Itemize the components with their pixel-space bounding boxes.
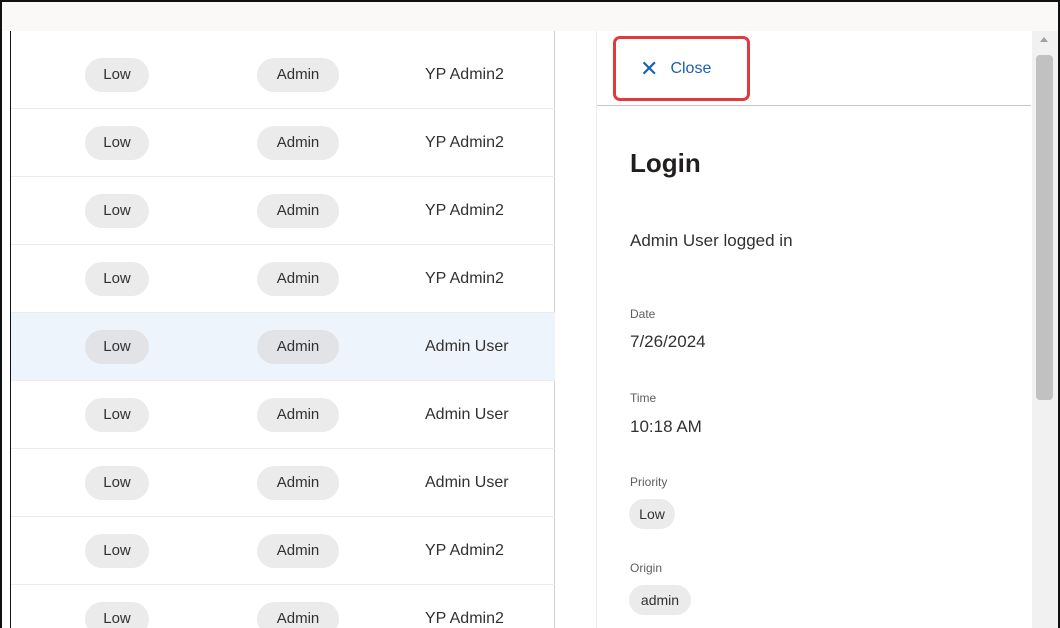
user-name: Admin User [425, 473, 509, 491]
user-name: YP Admin2 [425, 609, 504, 627]
user-name: YP Admin2 [425, 133, 504, 151]
origin-badge: Admin [257, 533, 339, 568]
origin-badge: Admin [257, 261, 339, 296]
priority-badge: Low [85, 601, 149, 628]
user-name: YP Admin2 [425, 201, 504, 219]
priority-badge: Low [85, 125, 149, 160]
priority-badge: Low [85, 57, 149, 92]
user-name: YP Admin2 [425, 65, 504, 83]
details-title: Login [630, 148, 701, 178]
origin-badge: Admin [257, 57, 339, 92]
close-icon: ✕ [640, 55, 659, 81]
origin-badge: Admin [257, 465, 339, 500]
details-description: Admin User logged in [630, 231, 793, 250]
origin-badge: Admin [257, 125, 339, 160]
priority-badge: Low [85, 397, 149, 432]
user-name: Admin User [425, 337, 509, 355]
screenshot-frame: Low Admin YP Admin2 Low Admin YP Admin2 Low Adm… [0, 0, 1060, 628]
table-row[interactable]: Low Admin Admin User [11, 381, 555, 449]
user-name: YP Admin2 [425, 269, 504, 287]
details-panel: ✕ Close Login Admin User logged in Date … [596, 31, 1031, 628]
user-name: YP Admin2 [425, 541, 504, 559]
table-row[interactable]: Low Admin Admin User [11, 449, 555, 517]
date-value: 7/26/2024 [630, 332, 706, 351]
priority-label: Priority [630, 475, 668, 489]
scroll-thumb[interactable] [1036, 55, 1053, 400]
priority-badge: Low [85, 465, 149, 500]
activity-list: Low Admin YP Admin2 Low Admin YP Admin2 Low Adm… [10, 31, 555, 628]
origin-label: Origin [630, 561, 663, 575]
panel-scrollbar[interactable] [1032, 31, 1058, 628]
details-panel-header: ✕ Close [597, 31, 1031, 106]
origin-badge: Admin [257, 601, 339, 628]
priority-badge: Low [629, 499, 675, 529]
table-row[interactable]: Low Admin YP Admin2 [11, 41, 555, 109]
priority-badge: Low [85, 193, 149, 228]
scroll-up-arrow-icon[interactable] [1040, 37, 1048, 42]
table-row[interactable]: Low Admin YP Admin2 [11, 245, 555, 313]
user-name: Admin User [425, 405, 509, 423]
time-value: 10:18 AM [630, 417, 702, 436]
origin-badge: admin [629, 585, 691, 615]
table-row[interactable]: Low Admin YP Admin2 [11, 109, 555, 177]
priority-badge: Low [85, 329, 149, 364]
close-button-label: Close [670, 59, 712, 77]
origin-badge: Admin [257, 329, 339, 364]
origin-badge: Admin [257, 397, 339, 432]
priority-badge: Low [85, 261, 149, 296]
origin-badge: Admin [257, 193, 339, 228]
table-row[interactable]: Low Admin YP Admin2 [11, 517, 555, 585]
table-row[interactable]: Low Admin YP Admin2 [11, 177, 555, 245]
priority-badge: Low [85, 533, 149, 568]
time-label: Time [630, 391, 657, 405]
top-bar [2, 2, 1058, 31]
close-button[interactable]: ✕ Close [613, 36, 750, 101]
date-label: Date [630, 307, 656, 321]
table-row[interactable]: Low Admin YP Admin2 [11, 585, 555, 628]
table-row[interactable]: Low Admin Admin User [11, 313, 555, 381]
